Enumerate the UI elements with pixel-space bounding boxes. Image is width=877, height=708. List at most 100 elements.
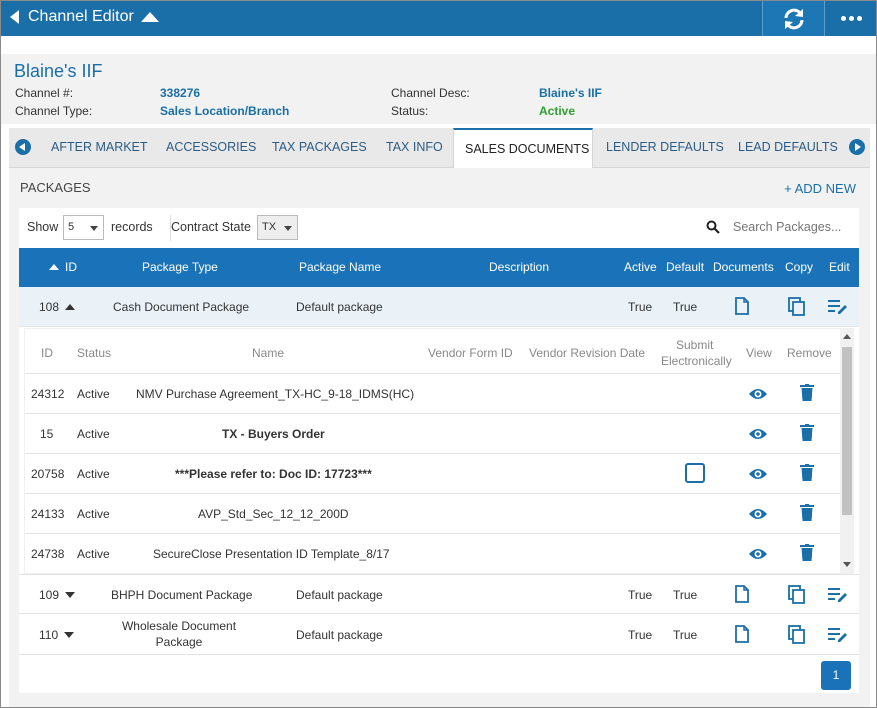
doc-col-vendor-form-id: Vendor Form ID [428, 346, 513, 360]
scroll-down-arrow-icon[interactable] [843, 562, 851, 567]
trash-icon[interactable] [800, 384, 814, 402]
pagination-page-1[interactable]: 1 [821, 661, 851, 690]
top-bar: Channel Editor [1, 1, 876, 36]
channel-desc-label: Channel Desc: [391, 86, 470, 100]
package-row[interactable]: 109 BHPH Document Package Default packag… [19, 574, 859, 614]
doc-status: Active [77, 387, 110, 401]
document-row: 24312 Active NMV Purchase Agreement_TX-H… [25, 373, 840, 413]
document-row: 24738 Active SecureClose Presentation ID… [25, 533, 840, 573]
doc-id: 20758 [31, 467, 65, 481]
col-default[interactable]: Default [666, 248, 704, 287]
doc-name: TX - Buyers Order [222, 427, 325, 441]
col-id-header[interactable]: ID [49, 248, 77, 287]
edit-icon[interactable] [828, 627, 848, 642]
doc-col-remove: Remove [787, 346, 832, 360]
package-type: BHPH Document Package [111, 588, 253, 602]
edit-icon[interactable] [828, 299, 848, 314]
tab-scroll-left-icon[interactable] [15, 139, 31, 155]
show-records-select[interactable]: 5 [63, 215, 104, 240]
channel-num-label: Channel #: [15, 86, 74, 100]
contract-state-select[interactable]: TX [257, 215, 298, 240]
tab-accessories[interactable]: ACCESSORIES [155, 128, 267, 168]
trash-icon[interactable] [800, 544, 814, 562]
document-row: 24133 Active AVP_Std_Sec_12_12_200D [25, 493, 840, 533]
col-documents: Documents [713, 260, 774, 274]
refresh-button[interactable] [762, 1, 825, 36]
view-eye-icon[interactable] [748, 507, 768, 521]
documents-scrollbar[interactable] [840, 329, 854, 574]
col-description[interactable]: Description [489, 248, 549, 287]
doc-id: 24738 [31, 547, 65, 561]
doc-status: Active [77, 507, 110, 521]
package-row[interactable]: 108 Cash Document Package Default packag… [19, 287, 859, 327]
doc-name: NMV Purchase Agreement_TX-HC_9-18_IDMS(H… [136, 387, 415, 401]
doc-name: ***Please refer to: Doc ID: 17723*** [175, 467, 372, 481]
search-packages-input[interactable] [727, 214, 855, 240]
tab-tax-packages[interactable]: TAX PACKAGES [261, 128, 378, 168]
documents-header: ID Status Name Vendor Form ID Vendor Rev… [25, 329, 840, 373]
tab-tax-info[interactable]: TAX INFO [375, 128, 454, 168]
edit-icon[interactable] [828, 587, 848, 602]
packages-panel: Show 5 records Contract State TX ID Pack… [19, 208, 859, 693]
view-eye-icon[interactable] [748, 467, 768, 481]
col-id-label: ID [65, 260, 77, 274]
package-type: Wholesale Document Package [114, 619, 244, 649]
copy-icon[interactable] [788, 297, 806, 317]
package-name: Default package [296, 628, 383, 642]
trash-icon[interactable] [800, 464, 814, 482]
tab-lead-defaults[interactable]: LEAD DEFAULTS [727, 128, 849, 168]
scrollbar-thumb[interactable] [842, 347, 852, 515]
copy-icon[interactable] [788, 625, 806, 645]
packages-title: PACKAGES [20, 180, 91, 195]
tab-after-market[interactable]: AFTER MARKET [40, 128, 159, 168]
expand-caret-icon[interactable] [64, 632, 75, 638]
package-row[interactable]: 110 Wholesale Document Package Default p… [19, 614, 859, 655]
collapse-caret-icon[interactable] [65, 304, 76, 310]
view-eye-icon[interactable] [748, 427, 768, 441]
caret-up-icon[interactable] [141, 12, 159, 22]
channel-type-label: Channel Type: [15, 104, 93, 118]
status-label: Status: [391, 104, 429, 118]
tab-sales-documents[interactable]: SALES DOCUMENTS [453, 128, 593, 169]
expand-caret-icon[interactable] [65, 592, 76, 598]
sort-up-icon [49, 264, 59, 270]
show-label: Show [27, 220, 59, 234]
view-eye-icon[interactable] [748, 547, 768, 561]
package-active: True [628, 628, 653, 642]
more-menu-button[interactable] [826, 1, 876, 36]
scroll-up-arrow-icon[interactable] [843, 334, 851, 339]
trash-icon[interactable] [800, 424, 814, 442]
package-type-line1: Wholesale Document [121, 619, 237, 633]
back-arrow-icon[interactable] [10, 10, 19, 24]
package-id-cell[interactable]: 108 [39, 300, 76, 314]
doc-col-submit-line2: Electronically [661, 354, 732, 368]
tab-scroll-right-icon[interactable] [849, 139, 865, 155]
more-dots-icon [840, 16, 862, 21]
package-id-cell[interactable]: 110 [39, 628, 75, 642]
package-id-cell[interactable]: 109 [39, 588, 76, 602]
trash-icon[interactable] [800, 504, 814, 522]
col-active[interactable]: Active [624, 248, 657, 287]
sales-documents-content: PACKAGES + ADD NEW Show 5 records Contra… [9, 168, 870, 707]
package-name: Default package [296, 588, 383, 602]
col-copy: Copy [785, 260, 814, 274]
package-active: True [628, 300, 653, 314]
package-default: True [673, 300, 698, 314]
package-type: Cash Document Package [113, 300, 250, 314]
doc-status: Active [77, 467, 110, 481]
package-name: Default package [296, 300, 383, 314]
col-package-name[interactable]: Package Name [299, 248, 381, 287]
tab-bar: AFTER MARKET ACCESSORIES TAX PACKAGES TA… [9, 128, 870, 169]
view-eye-icon[interactable] [748, 387, 768, 401]
doc-col-view: View [746, 346, 772, 360]
document-icon[interactable] [735, 625, 749, 643]
tab-lender-defaults[interactable]: LENDER DEFAULTS [595, 128, 735, 168]
submit-electronically-checkbox[interactable] [685, 463, 705, 483]
document-icon[interactable] [735, 297, 749, 315]
doc-id: 24133 [31, 507, 65, 521]
col-package-type[interactable]: Package Type [142, 248, 218, 287]
add-new-button[interactable]: + ADD NEW [784, 181, 856, 196]
document-icon[interactable] [735, 585, 749, 603]
copy-icon[interactable] [788, 585, 806, 605]
app-frame: Channel Editor Blaine's IIF Channel #: 3… [0, 0, 877, 708]
